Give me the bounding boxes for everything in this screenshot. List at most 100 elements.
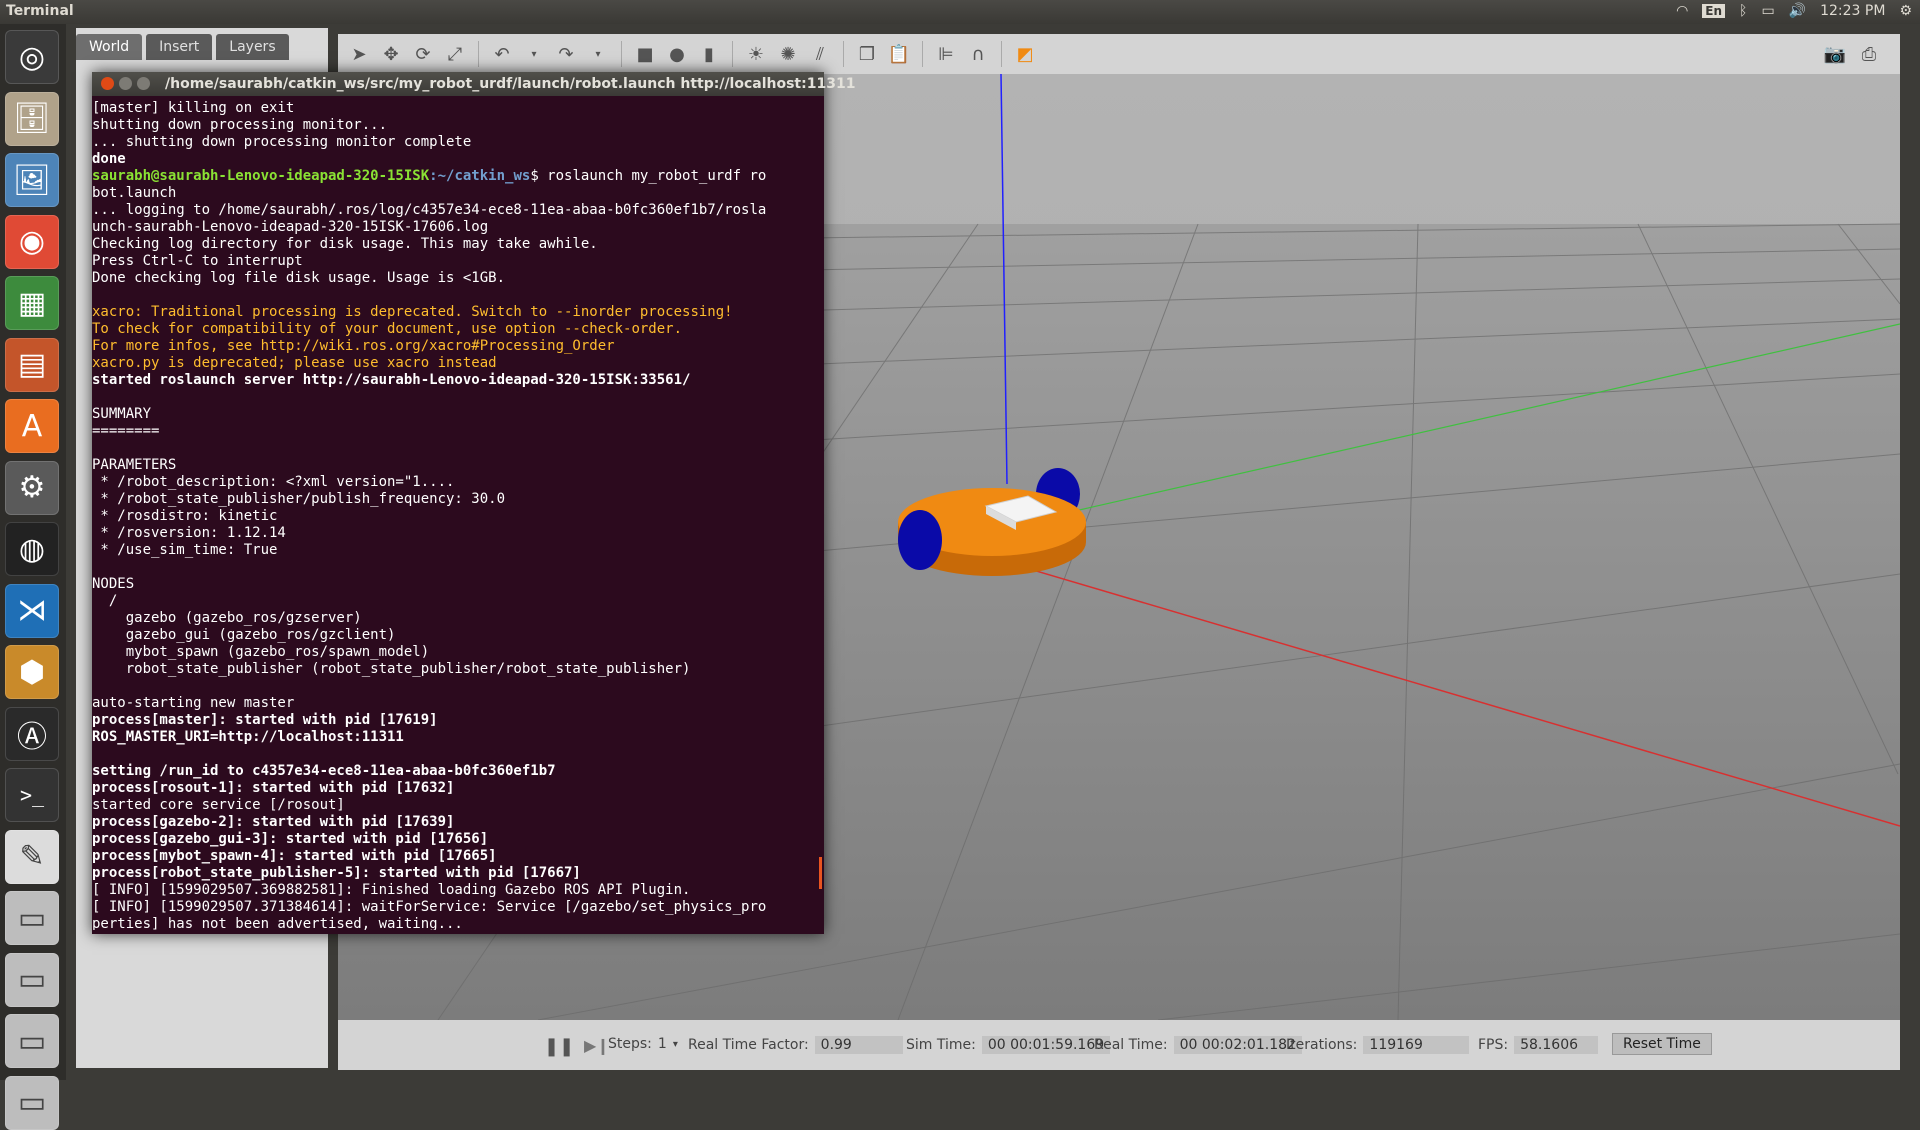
step-icon[interactable]: ▶❙ [584, 1036, 610, 1055]
terminal-line: NODES [92, 576, 135, 592]
rotate-mode-icon[interactable]: ⟳ [410, 41, 436, 67]
toolbar-separator [1001, 41, 1002, 67]
launcher-text-editor[interactable]: ✎ [5, 829, 59, 884]
translate-mode-icon[interactable]: ✥ [378, 41, 404, 67]
gazebo-status-bar: ❚❚ ▶❙ Steps: 1 ▾ Real Time Factor: 0.99 … [338, 1020, 1900, 1070]
snap-magnet-icon[interactable]: ∩ [965, 41, 991, 67]
prompt-command: $ roslaunch my_robot_urdf ro [530, 168, 767, 184]
file-cabinet-icon: 🗄 [12, 101, 52, 136]
terminal-line: process[rosout-1]: started with pid [176… [92, 780, 455, 796]
terminal-line: xacro.py is deprecated; please use xacro… [92, 355, 497, 371]
toolbar-separator [732, 41, 733, 67]
terminal-line: saurabh@saurabh-Lenovo-ideapad-320-15ISK… [92, 168, 824, 185]
battery-icon[interactable]: ▭ [1761, 3, 1774, 19]
real-time-value: 00 00:02:01.182 [1173, 1036, 1302, 1054]
copy-icon[interactable]: ❐ [854, 41, 880, 67]
terminal-line: done [92, 151, 126, 167]
terminal-window[interactable]: /home/saurabh/catkin_ws/src/my_robot_urd… [92, 72, 855, 934]
reset-time-button[interactable]: Reset Time [1612, 1033, 1712, 1055]
launcher-drive-1[interactable]: ▭ [5, 891, 59, 945]
scale-mode-icon[interactable]: ⤢ [442, 41, 468, 67]
terminal-output[interactable]: [master] killing on exit shutting down pr… [92, 100, 824, 930]
launcher-chrome[interactable]: ◉ [5, 214, 59, 269]
terminal-titlebar[interactable]: /home/saurabh/catkin_ws/src/my_robot_urd… [92, 72, 855, 96]
volume-icon[interactable]: 🔊 [1789, 3, 1806, 19]
terminal-line: [master] killing on exit [92, 100, 295, 116]
tab-layers[interactable]: Layers [216, 34, 289, 60]
launcher-drive-2[interactable]: ▭ [5, 952, 59, 1007]
terminal-line: * /rosversion: 1.12.14 [92, 525, 286, 541]
terminal-line: shutting down processing monitor... [92, 117, 388, 133]
terminal-line: ======== [92, 423, 160, 439]
launcher-terminal[interactable]: >_ [5, 768, 59, 822]
tab-world[interactable]: World [76, 34, 143, 60]
toolbar-separator [922, 41, 923, 67]
ubuntu-logo-icon: ◎ [18, 39, 46, 75]
terminal-line: ... shutting down processing monitor com… [92, 134, 472, 150]
iterations-label: Iterations: [1286, 1037, 1358, 1053]
terminal-scrollbar[interactable] [819, 857, 822, 889]
fps-value: 58.1606 [1514, 1036, 1599, 1054]
change-view-icon[interactable]: ◩ [1012, 41, 1038, 67]
camera-lens-icon: ◍ [18, 531, 46, 567]
spot-light-icon[interactable]: ✺ [775, 41, 801, 67]
launcher-files[interactable]: 🗄 [5, 91, 59, 146]
launcher-dash-home[interactable]: ◎ [5, 30, 59, 84]
launcher-virtualbox[interactable]: ⬢ [5, 645, 59, 699]
maximize-icon[interactable] [137, 77, 150, 90]
screenshot-camera-icon[interactable]: 📷 [1822, 41, 1848, 67]
terminal-line: process[gazebo-2]: started with pid [176… [92, 814, 455, 830]
launcher-software-updater[interactable]: Ⓐ [5, 706, 59, 761]
terminal-title: /home/saurabh/catkin_ws/src/my_robot_urd… [165, 76, 856, 92]
redo-history-chevron-down-icon[interactable]: ▾ [585, 41, 611, 67]
minimize-icon[interactable] [119, 77, 132, 90]
terminal-line: started core service [/rosout] [92, 797, 345, 813]
launcher-image-viewer[interactable]: 🖼 [5, 153, 59, 207]
terminal-line: To check for compatibility of your docum… [92, 321, 683, 337]
chevron-down-icon[interactable]: ▾ [673, 1039, 678, 1050]
picture-icon: 🖼 [12, 162, 52, 198]
launcher-spreadsheet[interactable]: ▦ [5, 276, 59, 330]
wifi-icon[interactable]: ◠ [1676, 3, 1688, 19]
undo-history-chevron-down-icon[interactable]: ▾ [521, 41, 547, 67]
paste-icon[interactable]: 📋 [886, 41, 912, 67]
align-icon[interactable]: ⊫ [933, 41, 959, 67]
launcher-drive-4[interactable]: ▭ [5, 1075, 59, 1130]
launcher-drive-3[interactable]: ▭ [5, 1014, 59, 1068]
toolbar-separator [843, 41, 844, 67]
terminal-line: process[mybot_spawn-4]: started with pid… [92, 848, 497, 864]
shopping-bag-icon: A [21, 408, 43, 444]
select-arrow-icon[interactable]: ➤ [346, 41, 372, 67]
redo-icon[interactable]: ↷ [553, 41, 579, 67]
box-shape-icon[interactable]: ■ [632, 41, 658, 67]
steps-label: Steps: [608, 1036, 652, 1052]
point-light-icon[interactable]: ☀ [743, 41, 769, 67]
sphere-shape-icon[interactable]: ● [664, 41, 690, 67]
keyboard-layout-indicator[interactable]: En [1702, 4, 1726, 18]
launcher-software-center[interactable]: A [5, 399, 59, 453]
launcher-vscode[interactable]: ⋊ [5, 583, 59, 638]
terminal-line: perties] has not been advertised, waitin… [92, 916, 463, 930]
gear-icon[interactable]: ⚙ [1899, 3, 1912, 19]
pause-icon[interactable]: ❚❚ [544, 1036, 574, 1057]
tab-insert[interactable]: Insert [146, 34, 213, 60]
cylinder-shape-icon[interactable]: ▮ [696, 41, 722, 67]
presentation-icon: ▤ [17, 347, 47, 382]
record-log-icon[interactable]: ⎙ [1856, 41, 1882, 67]
bluetooth-icon[interactable]: ᛒ [1739, 3, 1747, 19]
undo-icon[interactable]: ↶ [489, 41, 515, 67]
clock[interactable]: 12:23 PM [1820, 3, 1885, 19]
terminal-icon: >_ [19, 783, 45, 807]
terminal-line: * /robot_description: <?xml version="1..… [92, 474, 455, 490]
steps-spinbox[interactable]: 1 [658, 1036, 667, 1052]
close-icon[interactable] [101, 77, 114, 90]
terminal-line: * /use_sim_time: True [92, 542, 278, 558]
directional-light-icon[interactable]: ⫽ [807, 41, 833, 67]
launcher-camera-app[interactable]: ◍ [5, 522, 59, 576]
launcher-presentation[interactable]: ▤ [5, 337, 59, 392]
terminal-line: xacro: Traditional processing is depreca… [92, 304, 733, 320]
launcher-system-settings[interactable]: ⚙ [5, 460, 59, 515]
